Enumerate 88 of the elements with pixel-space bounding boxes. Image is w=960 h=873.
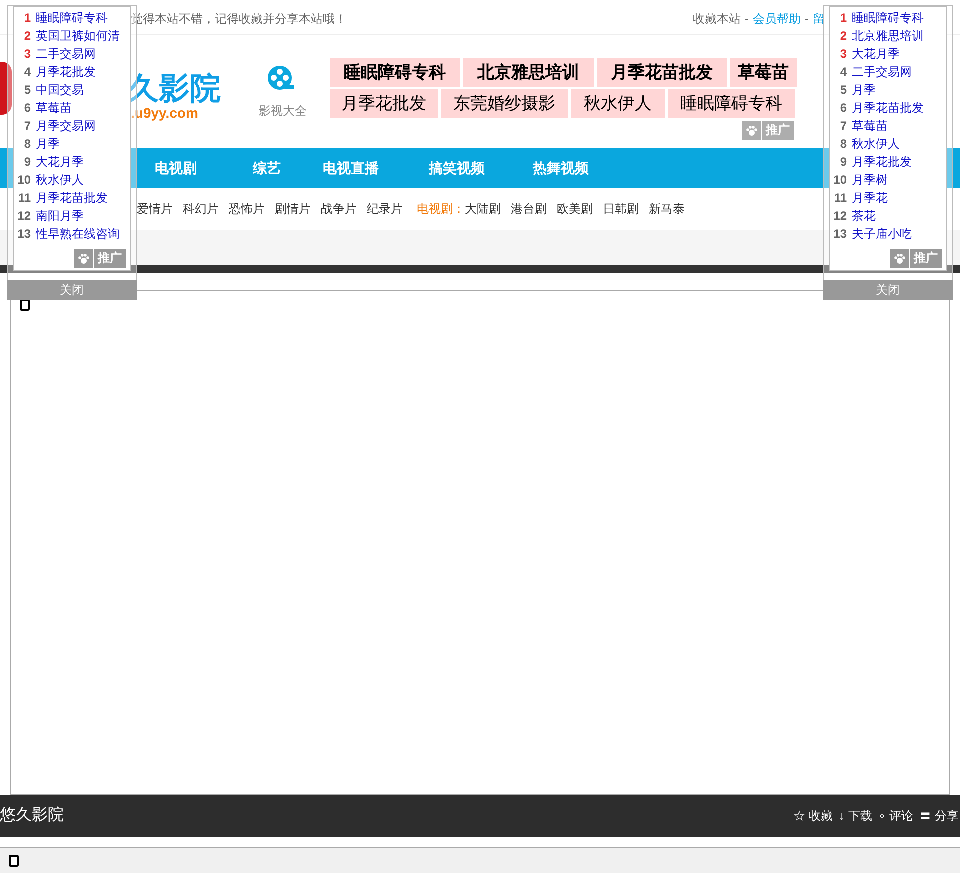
ad-link[interactable]: 夫子庙小吃 [852, 225, 912, 243]
ad-link[interactable]: 月季花批发 [36, 63, 96, 81]
ad-link[interactable]: 秋水伊人 [852, 135, 900, 153]
category-link[interactable]: 战争片 [321, 200, 357, 218]
ad-link[interactable]: 中国交易 [36, 81, 84, 99]
category-link[interactable]: 新马泰 [649, 200, 685, 218]
rank-number: 13 [832, 226, 848, 243]
action-link[interactable]: ∘ 评论 [878, 807, 914, 825]
rank-number: 3 [839, 46, 848, 63]
ad-link[interactable]: 大花月季 [852, 45, 900, 63]
category-link[interactable]: 日韩剧 [603, 200, 639, 218]
film-reel-icon[interactable] [267, 65, 295, 93]
paw-icon[interactable] [890, 249, 909, 268]
ad-link[interactable]: 月季花批发 [852, 153, 912, 171]
rank-number: 9 [23, 154, 32, 171]
rank-number: 8 [839, 136, 848, 153]
category-link[interactable]: 大陆剧 [465, 200, 501, 218]
ad-link[interactable]: 月季树 [852, 171, 888, 189]
ad-link[interactable]: 二手交易网 [36, 45, 96, 63]
plugin-icon [20, 299, 30, 311]
ad-link[interactable]: 睡眠障碍专科 [330, 58, 460, 87]
ad-link[interactable]: 茶花 [852, 207, 876, 225]
separator-text: - [745, 11, 749, 28]
app-label[interactable]: 影视大全 [259, 102, 307, 120]
rank-number: 6 [23, 100, 32, 117]
ad-link[interactable]: 月季花批发 [330, 89, 438, 118]
category-link[interactable]: 港台剧 [511, 200, 547, 218]
rank-number: 11 [17, 190, 32, 207]
ad-link[interactable]: 睡眠障碍专科 [668, 89, 795, 118]
rank-number: 6 [839, 100, 848, 117]
ad-link[interactable]: 月季 [36, 135, 60, 153]
rank-number: 3 [23, 46, 32, 63]
ad-link[interactable]: 月季 [852, 81, 876, 99]
rank-number: 2 [839, 28, 848, 45]
ad-link[interactable]: 南阳月季 [36, 207, 84, 225]
ad-link[interactable]: 月季花苗批发 [597, 58, 727, 87]
ad-link[interactable]: 睡眠障碍专科 [852, 9, 924, 27]
ad-link[interactable]: 秋水伊人 [571, 89, 665, 118]
ad-link[interactable]: 性早熟在线咨询 [36, 225, 120, 243]
logo-url: .u9yy.com [131, 105, 198, 121]
ad-link[interactable]: 草莓苗 [730, 58, 797, 87]
action-link[interactable]: 〓 分享 [920, 807, 959, 825]
ad-link[interactable]: 睡眠障碍专科 [36, 9, 108, 27]
action-link[interactable]: ↓ 下载 [838, 807, 872, 825]
category-link[interactable]: 纪录片 [367, 200, 403, 218]
category-link[interactable]: 欧美剧 [557, 200, 593, 218]
rank-number: 5 [839, 82, 848, 99]
rank-number: 13 [16, 226, 32, 243]
rank-number: 5 [23, 82, 32, 99]
ad-link[interactable]: 月季花苗批发 [852, 99, 924, 117]
ad-link[interactable]: 秋水伊人 [36, 171, 84, 189]
category-label: 电视剧： [417, 201, 465, 218]
rank-number: 1 [23, 10, 32, 27]
ad-link[interactable]: 大花月季 [36, 153, 84, 171]
separator-text: - [805, 11, 809, 28]
paw-icon[interactable] [74, 249, 93, 268]
ad-link[interactable]: 北京雅思培训 [852, 27, 924, 45]
rank-number: 12 [832, 208, 848, 225]
category-link[interactable]: 科幻片 [183, 200, 219, 218]
ad-link[interactable]: 英国卫裤如何清 [36, 27, 120, 45]
player-title: 悠久影院 [0, 806, 64, 826]
plugin-icon [9, 855, 19, 867]
ad-link[interactable]: 东莞婚纱摄影 [441, 89, 568, 118]
category-link[interactable]: 恐怖片 [229, 200, 265, 218]
rank-number: 9 [839, 154, 848, 171]
ad-link[interactable]: 月季交易网 [36, 117, 96, 135]
rank-number: 4 [839, 64, 848, 81]
rank-number: 8 [23, 136, 32, 153]
bookmark-link[interactable]: 收藏本站 [693, 10, 741, 28]
paw-icon[interactable] [742, 121, 761, 140]
rank-number: 12 [16, 208, 32, 225]
rank-number: 10 [16, 172, 32, 189]
action-link[interactable]: ☆ 收藏 [794, 807, 833, 825]
rank-number: 11 [833, 190, 848, 207]
ad-link[interactable]: 草莓苗 [36, 99, 72, 117]
rank-number: 10 [832, 172, 848, 189]
rank-number: 7 [839, 118, 848, 135]
ad-link[interactable]: 月季花苗批发 [36, 189, 108, 207]
category-link[interactable]: 剧情片 [275, 200, 311, 218]
rank-number: 7 [23, 118, 32, 135]
rank-number: 1 [839, 10, 848, 27]
category-link[interactable]: 爱情片 [137, 200, 173, 218]
ad-link[interactable]: 草莓苗 [852, 117, 888, 135]
ad-link[interactable]: 二手交易网 [852, 63, 912, 81]
ad-link[interactable]: 北京雅思培训 [463, 58, 594, 87]
rank-number: 2 [23, 28, 32, 45]
rank-number: 4 [23, 64, 32, 81]
ad-link[interactable]: 月季花 [852, 189, 888, 207]
